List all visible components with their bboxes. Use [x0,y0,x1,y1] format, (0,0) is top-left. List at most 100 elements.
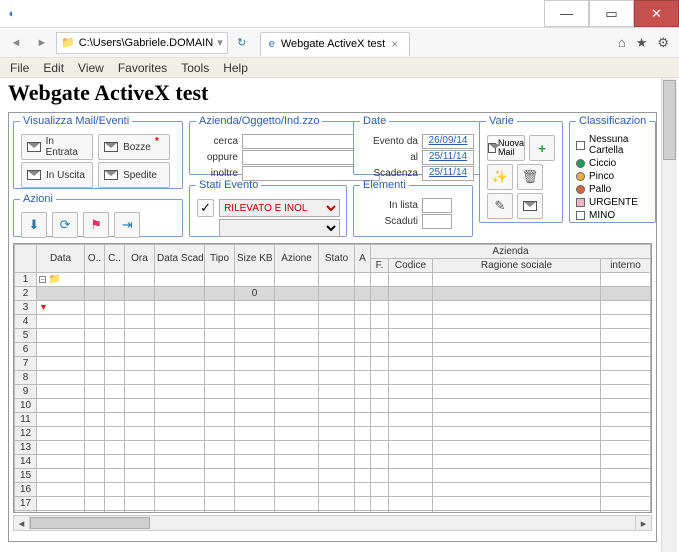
cell[interactable] [37,287,85,301]
cell[interactable] [125,315,155,329]
cell[interactable] [319,511,355,514]
col-tipo[interactable]: Tipo [205,245,235,273]
cell[interactable] [205,301,235,315]
cell[interactable] [371,343,389,357]
cell[interactable] [37,357,85,371]
cell[interactable] [275,413,319,427]
varie-send-button[interactable] [517,193,543,219]
cell[interactable] [433,427,601,441]
cell[interactable] [371,441,389,455]
cell[interactable] [433,329,601,343]
cell[interactable] [355,315,371,329]
cell[interactable] [235,441,275,455]
cell[interactable] [371,287,389,301]
cell[interactable] [433,511,601,514]
col-stato[interactable]: Stato [319,245,355,273]
cell[interactable] [205,273,235,287]
cell[interactable] [389,329,433,343]
tab-close-icon[interactable]: × [391,37,398,51]
cell[interactable] [105,357,125,371]
spedite-button[interactable]: Spedite [98,162,170,188]
cell[interactable] [371,385,389,399]
cell[interactable] [389,385,433,399]
cell[interactable] [235,469,275,483]
cell[interactable] [235,413,275,427]
cell[interactable]: ▼ [37,301,85,315]
cell[interactable] [155,497,205,511]
date-from-input[interactable]: 26/09/14 [422,134,474,149]
cell[interactable] [235,483,275,497]
cell[interactable] [600,273,650,287]
cell[interactable] [235,385,275,399]
cell[interactable] [275,287,319,301]
cell[interactable] [85,273,105,287]
cell[interactable] [205,329,235,343]
cell[interactable] [105,511,125,514]
menu-help[interactable]: Help [217,61,254,75]
cell[interactable] [355,441,371,455]
col-data[interactable]: Data [37,245,85,273]
cell[interactable] [275,483,319,497]
cell[interactable] [389,343,433,357]
cell[interactable] [205,511,235,514]
cell[interactable] [205,371,235,385]
cell[interactable] [155,287,205,301]
cell[interactable] [600,469,650,483]
cell[interactable] [319,497,355,511]
cell[interactable] [355,343,371,357]
cell[interactable] [105,343,125,357]
cell[interactable] [371,329,389,343]
cell[interactable] [205,427,235,441]
cell[interactable] [389,371,433,385]
cell[interactable] [125,329,155,343]
cell[interactable] [155,427,205,441]
cell[interactable] [433,371,601,385]
cell[interactable] [85,441,105,455]
table-row[interactable]: 16 [15,483,651,497]
cell[interactable] [155,371,205,385]
cell[interactable] [235,497,275,511]
cell[interactable] [235,399,275,413]
cell[interactable] [389,441,433,455]
col-azione[interactable]: Azione [275,245,319,273]
cell[interactable] [319,469,355,483]
menu-tools[interactable]: Tools [175,61,215,75]
cell[interactable] [85,315,105,329]
grid-hscrollbar[interactable]: ◂ ▸ [13,515,652,531]
cell[interactable] [371,371,389,385]
cell[interactable] [433,315,601,329]
cell[interactable] [275,399,319,413]
cell[interactable] [105,483,125,497]
cell[interactable] [355,273,371,287]
menu-view[interactable]: View [72,61,110,75]
cell[interactable] [105,469,125,483]
cell[interactable] [371,399,389,413]
cell[interactable] [125,371,155,385]
cell[interactable] [600,329,650,343]
date-to-input[interactable]: 25/11/14 [422,150,474,165]
menu-file[interactable]: File [4,61,35,75]
table-row[interactable]: 12 [15,427,651,441]
cell[interactable] [275,273,319,287]
cell[interactable] [275,329,319,343]
cell[interactable] [155,441,205,455]
cell[interactable] [125,399,155,413]
cell[interactable] [275,441,319,455]
cell[interactable] [125,343,155,357]
cell[interactable] [355,301,371,315]
stati-select-2[interactable] [219,219,340,237]
cell[interactable] [85,399,105,413]
address-bar[interactable]: 📁 C:\Users\Gabriele.DOMAIN ▾ [56,32,228,54]
cell[interactable] [433,483,601,497]
cell[interactable] [600,385,650,399]
cell[interactable] [205,483,235,497]
class-item[interactable]: MINO [576,209,649,222]
cell[interactable] [355,329,371,343]
cell[interactable] [371,455,389,469]
varie-add-button[interactable]: + [529,135,555,161]
cell[interactable] [371,497,389,511]
cell[interactable] [433,455,601,469]
cell[interactable] [371,483,389,497]
cell[interactable] [355,497,371,511]
cell[interactable] [85,455,105,469]
